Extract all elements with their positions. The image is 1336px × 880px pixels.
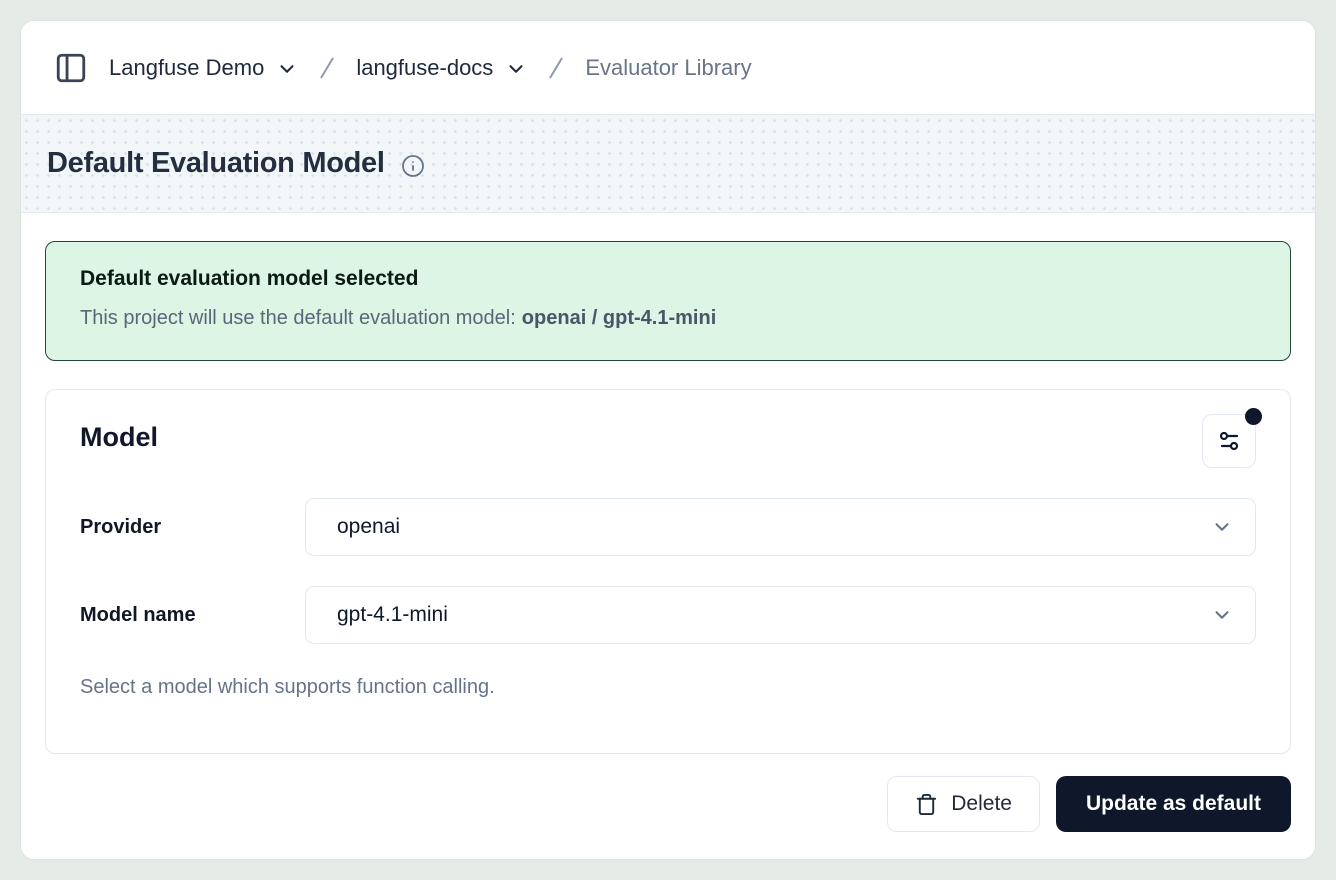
advanced-settings-button[interactable] — [1202, 414, 1256, 468]
update-button-label: Update as default — [1086, 792, 1261, 816]
banner-message: This project will use the default evalua… — [80, 307, 1256, 330]
chevron-down-icon — [276, 58, 298, 80]
provider-value: openai — [337, 515, 400, 539]
model-card-header: Model — [80, 414, 1256, 468]
chevron-down-icon — [505, 58, 527, 80]
app-window: Langfuse Demo langfuse-docs Evaluator Li… — [20, 20, 1316, 860]
chevron-down-icon — [1211, 604, 1233, 626]
breadcrumb-project[interactable]: langfuse-docs — [356, 55, 527, 81]
notification-dot-badge — [1245, 408, 1262, 425]
page-title: Default Evaluation Model — [47, 147, 385, 180]
model-helper-text: Select a model which supports function c… — [80, 676, 1256, 699]
banner-title: Default evaluation model selected — [80, 267, 1256, 291]
model-name-row: Model name gpt-4.1-mini — [80, 586, 1256, 644]
main-content: Default evaluation model selected This p… — [21, 213, 1315, 832]
organization-name: Langfuse Demo — [109, 55, 264, 81]
chevron-down-icon — [1211, 516, 1233, 538]
model-name-value: gpt-4.1-mini — [337, 603, 448, 627]
banner-message-prefix: This project will use the default evalua… — [80, 307, 516, 329]
breadcrumb-current-page: Evaluator Library — [585, 55, 751, 81]
model-card-title: Model — [80, 414, 158, 453]
model-card: Model Provider openai Model — [45, 389, 1291, 754]
default-model-banner: Default evaluation model selected This p… — [45, 241, 1291, 361]
sliders-icon — [1217, 429, 1241, 453]
delete-button[interactable]: Delete — [887, 776, 1040, 832]
page-header: Default Evaluation Model — [21, 115, 1315, 213]
sidebar-toggle-button[interactable] — [49, 46, 93, 90]
slash-icon — [541, 53, 571, 83]
project-name: langfuse-docs — [356, 55, 493, 81]
info-icon[interactable] — [401, 154, 425, 178]
action-buttons: Delete Update as default — [45, 776, 1291, 832]
provider-row: Provider openai — [80, 498, 1256, 556]
breadcrumb: Langfuse Demo langfuse-docs Evaluator Li… — [21, 21, 1315, 115]
banner-model-value: openai / gpt-4.1-mini — [522, 307, 716, 329]
update-as-default-button[interactable]: Update as default — [1056, 776, 1291, 832]
provider-label: Provider — [80, 516, 305, 539]
model-name-select[interactable]: gpt-4.1-mini — [305, 586, 1256, 644]
slash-icon — [312, 53, 342, 83]
provider-select[interactable]: openai — [305, 498, 1256, 556]
delete-button-label: Delete — [951, 792, 1012, 816]
panel-left-icon — [54, 51, 88, 85]
breadcrumb-organization[interactable]: Langfuse Demo — [109, 55, 298, 81]
trash-icon — [915, 793, 938, 816]
model-name-label: Model name — [80, 604, 305, 627]
